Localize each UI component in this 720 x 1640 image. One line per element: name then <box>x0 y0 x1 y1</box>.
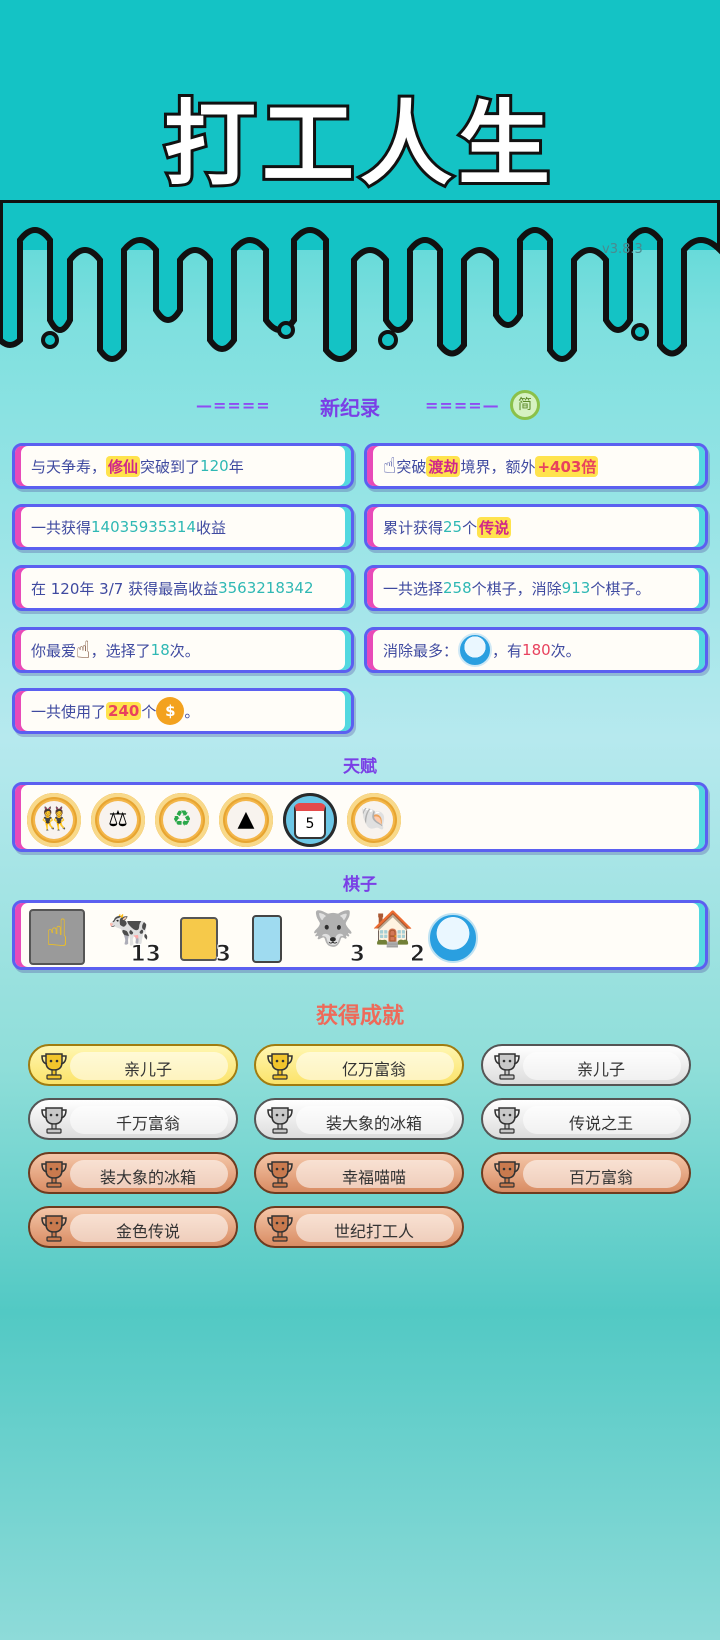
twins-icon: 👯 <box>35 801 73 839</box>
trophy-icon <box>267 1107 293 1134</box>
balance-icon: ⚖ <box>99 801 137 839</box>
achievement-label: 装大象的冰箱 <box>325 1114 422 1133</box>
piece-cow[interactable]: 🐄 13 <box>101 909 162 968</box>
achievement-badge[interactable]: 金色传说 <box>28 1206 238 1248</box>
achievement-badge[interactable]: 装大象的冰箱 <box>254 1098 464 1140</box>
claw-machine-icon <box>180 917 218 961</box>
trophy-icon <box>267 1215 293 1242</box>
recycle-icon: ♻ <box>163 801 201 839</box>
trophy-icon <box>41 1107 67 1134</box>
piece-husky-king[interactable]: 🐺 3 <box>305 909 366 968</box>
piece-count: 13 <box>130 942 162 968</box>
achievement-label: 百万富翁 <box>568 1168 633 1187</box>
achievement-label: 千万富翁 <box>115 1114 180 1133</box>
piece-claw-machine[interactable]: 3 <box>171 909 232 968</box>
talent-balance[interactable]: ⚖ <box>91 793 145 847</box>
record-card-breakthrough: ☝ 突破 渡劫 境界，额外 +403倍 <box>364 443 708 489</box>
calendar-icon: 5 <box>294 803 326 839</box>
heading-dashes-left: —==== <box>196 396 271 415</box>
trophy-icon <box>41 1215 67 1242</box>
piece-fridge[interactable] <box>239 909 295 965</box>
talent-recycle[interactable]: ♻ <box>155 793 209 847</box>
achievement-label: 亲儿子 <box>576 1060 625 1079</box>
achievement-label: 世纪打工人 <box>333 1222 414 1241</box>
trophy-icon <box>494 1161 520 1188</box>
house-icon: 🏠 <box>371 909 415 949</box>
talent-calendar[interactable]: 5 <box>283 793 337 847</box>
trophy-icon <box>494 1053 520 1080</box>
talent-twins[interactable]: 👯 <box>27 793 81 847</box>
piece-house[interactable]: 🏠 2 <box>365 909 426 968</box>
brown-hand-icon: ☝ <box>76 636 91 664</box>
achievement-label: 亿万富翁 <box>341 1060 406 1079</box>
shell-icon: 🐚 <box>355 801 393 839</box>
talents-heading: 天赋 <box>343 757 377 777</box>
pointing-hand-icon: ☝ <box>383 453 397 479</box>
globe-island-icon <box>428 913 478 963</box>
piece-globe[interactable] <box>425 909 481 965</box>
achievement-badge[interactable]: 百万富翁 <box>481 1152 691 1194</box>
trophy-icon <box>41 1053 67 1080</box>
skirt-icon: ▲ <box>227 801 265 839</box>
version-label: v3.8.3 <box>602 242 643 257</box>
talent-shell[interactable]: 🐚 <box>347 793 401 847</box>
achievement-label: 金色传说 <box>115 1222 180 1241</box>
globe-island-icon <box>458 633 493 667</box>
record-card-legends: 累计获得 25 个传说 <box>364 504 708 550</box>
achievement-label: 装大象的冰箱 <box>99 1168 196 1187</box>
heading-dashes-right: ====— <box>425 396 500 415</box>
simplified-toggle-button[interactable]: 简 <box>510 390 540 420</box>
record-card-favorite: 你最爱 ☝ ，选择了 18 次。 <box>12 627 354 673</box>
trophy-icon <box>267 1161 293 1188</box>
achievement-badge[interactable]: 亲儿子 <box>481 1044 691 1086</box>
pieces-strip: ☝ 🐄 13 3 🐺 3 🏠 2 <box>12 900 708 970</box>
record-card-coins: 一共使用了 240 个 $ 。 <box>12 688 354 734</box>
piece-hand[interactable]: ☝ <box>29 909 85 965</box>
achievement-badge[interactable]: 传说之王 <box>481 1098 691 1140</box>
achievement-label: 传说之王 <box>568 1114 633 1133</box>
trophy-icon <box>267 1053 293 1080</box>
game-title: 打工人生 <box>161 88 556 201</box>
achievement-label: 亲儿子 <box>123 1060 172 1079</box>
piece-count: 2 <box>409 942 425 968</box>
record-card-max-income: 在 120年 3/7 获得最高收益 3563218342 <box>12 565 354 611</box>
record-card-pieces: 一共选择 258 个棋子，消除 913 个棋子。 <box>364 565 708 611</box>
simplified-toggle-label: 简 <box>518 397 532 413</box>
record-card-total-income: 一共获得 14035935314 收益 <box>12 504 354 550</box>
records-heading: 新纪录 <box>320 396 380 420</box>
achievement-badge[interactable]: 世纪打工人 <box>254 1206 464 1248</box>
achievement-badge[interactable]: 千万富翁 <box>28 1098 238 1140</box>
record-card-most-eliminated: 消除最多： ，有 180 次。 <box>364 627 708 673</box>
pieces-heading: 棋子 <box>343 875 377 895</box>
talents-strip: 👯 ⚖ ♻ ▲ 5 🐚 <box>12 782 708 852</box>
fridge-icon <box>252 915 282 963</box>
piece-count: 3 <box>215 942 231 968</box>
achievement-badge[interactable]: 装大象的冰箱 <box>28 1152 238 1194</box>
achievement-badge[interactable]: 亲儿子 <box>28 1044 238 1086</box>
trophy-icon <box>41 1161 67 1188</box>
hand-pointer-icon: ☝ <box>45 911 69 955</box>
coin-icon: $ <box>156 697 185 725</box>
piece-count: 3 <box>349 942 365 968</box>
achievement-badge[interactable]: 亿万富翁 <box>254 1044 464 1086</box>
achievement-label: 幸福喵喵 <box>341 1168 406 1187</box>
achievements-heading: 获得成就 <box>315 1004 404 1029</box>
drip-decoration <box>0 200 720 362</box>
husky-king-icon: 🐺 <box>311 909 355 949</box>
talent-skirt[interactable]: ▲ <box>219 793 273 847</box>
achievement-badge[interactable]: 幸福喵喵 <box>254 1152 464 1194</box>
record-card-lifespan: 与天争寿， 修仙 突破到了 120 年 <box>12 443 354 489</box>
records-heading-row: —==== 新纪录 ====— 简 <box>0 390 720 420</box>
trophy-icon <box>494 1107 520 1134</box>
